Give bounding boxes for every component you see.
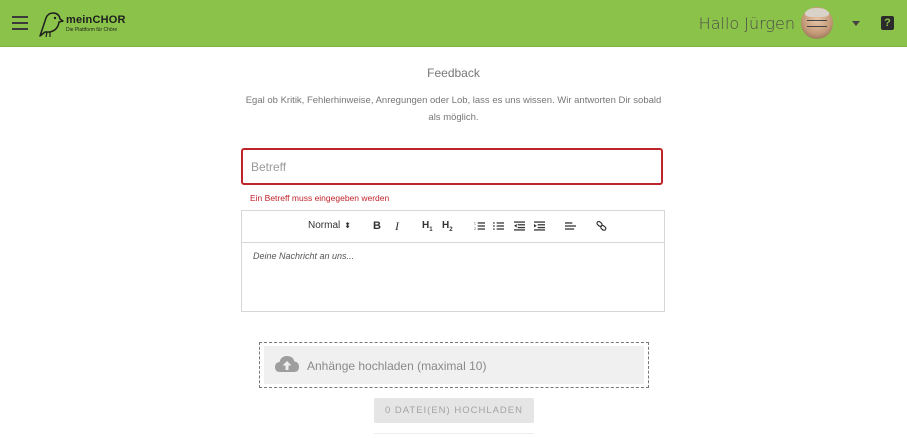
upload-files-button[interactable]: 0 DATEI(EN) HOCHLADEN [374,398,534,423]
format-select[interactable]: Normal ⬍ [308,219,351,233]
ordered-list-icon[interactable]: 1 2 [474,221,485,231]
message-editor: Normal ⬍ B I H1 H2 1 2 Deine Nachricht a… [241,210,665,312]
cloud-upload-icon [275,356,299,372]
align-icon[interactable] [565,221,576,231]
chevron-down-icon[interactable] [852,21,860,26]
indent-icon[interactable] [534,221,545,231]
outdent-icon[interactable] [514,221,525,231]
message-editor-body[interactable]: Deine Nachricht an uns... [253,251,354,261]
svg-text:2: 2 [474,227,476,231]
menu-icon[interactable] [12,16,28,30]
svg-text:1: 1 [474,222,476,226]
avatar[interactable] [801,7,833,39]
intro-text: Egal ob Kritik, Fehlerhinweise, Anregung… [245,95,662,123]
page-title: Feedback [427,66,480,80]
dropzone-area: Anhänge hochladen (maximal 10) [264,346,644,384]
heading1-level: 1 [429,227,433,233]
top-app-bar: meinCHOR Die Plattform für Chöre Hallo J… [0,0,907,47]
brand-logo[interactable]: meinCHOR Die Plattform für Chöre [37,10,147,38]
heading1-button[interactable]: H1 [422,219,433,233]
help-icon[interactable]: ? [881,16,894,30]
editor-toolbar: Normal ⬍ B I H1 H2 1 2 [242,211,664,243]
heading2-button[interactable]: H2 [442,219,453,233]
bird-logo-icon [39,12,64,38]
attachment-dropzone[interactable]: Anhänge hochladen (maximal 10) [259,342,649,388]
subject-input[interactable] [251,150,651,183]
subject-error-message: Ein Betreff muss eingegeben werden [250,193,390,203]
brand-tagline: Die Plattform für Chöre [66,27,118,33]
dropzone-label: Anhänge hochladen (maximal 10) [307,359,487,373]
divider [374,433,534,438]
select-arrows-icon: ⬍ [344,221,351,230]
link-icon[interactable] [596,221,607,231]
subject-field[interactable] [241,148,663,185]
brand-name: meinCHOR [66,14,126,26]
format-select-value: Normal [308,220,341,231]
user-greeting[interactable]: Hallo Jürgen [699,14,795,33]
bullet-list-icon[interactable] [493,221,504,231]
heading2-level: 2 [449,227,453,233]
bold-button[interactable]: B [373,219,381,233]
italic-button[interactable]: I [395,219,399,233]
